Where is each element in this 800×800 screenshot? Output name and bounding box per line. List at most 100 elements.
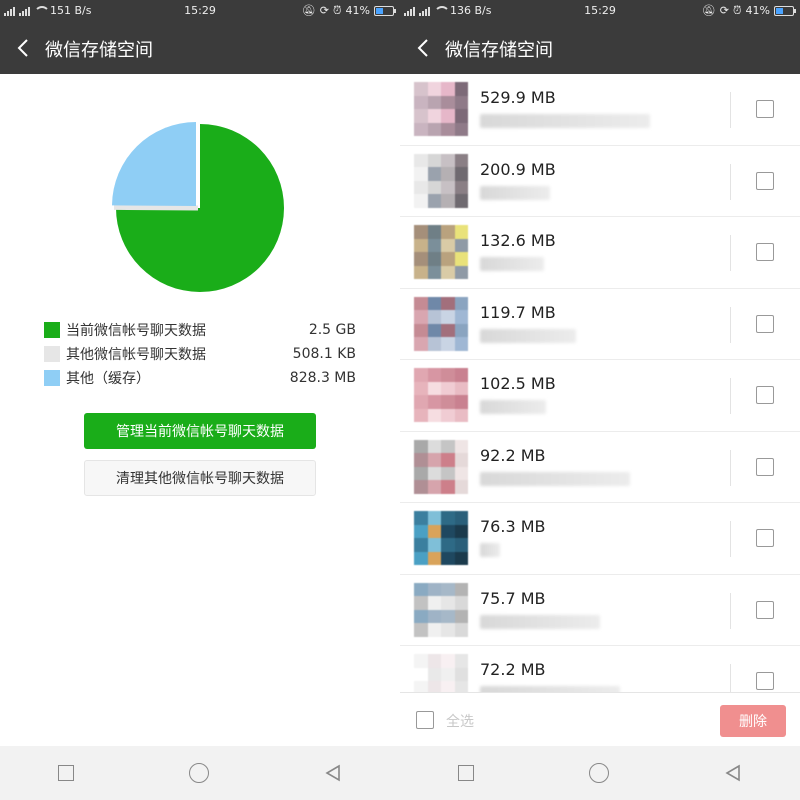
avatar-pixel — [441, 453, 455, 467]
select-all-checkbox[interactable] — [416, 711, 434, 729]
nav-recent-icon[interactable] — [457, 765, 474, 781]
avatar-pixel — [414, 368, 428, 382]
avatar-pixel — [454, 466, 468, 480]
item-checkbox[interactable] — [756, 171, 774, 190]
avatar-pixel — [427, 95, 441, 109]
avatar-pixel — [427, 337, 441, 351]
avatar-pixel — [414, 381, 428, 395]
nav-home-icon[interactable] — [588, 763, 609, 783]
item-size: 92.2 MB — [480, 445, 546, 465]
avatar-pixel — [454, 265, 468, 279]
list-item[interactable]: 92.2 MB — [400, 432, 800, 503]
legend-label: 其他微信帐号聊天数据 — [66, 347, 206, 363]
avatar-pixel — [454, 368, 468, 382]
item-size: 72.2 MB — [480, 660, 546, 679]
list-item[interactable]: 72.2 MB — [400, 646, 800, 692]
item-size: 76.3 MB — [480, 517, 546, 536]
avatar-pixel — [441, 551, 455, 565]
title-bar: 微信存储空间 — [400, 22, 800, 74]
avatar-pixel — [414, 265, 428, 279]
avatar-pixel — [414, 180, 428, 194]
avatar-pixel — [427, 596, 441, 610]
avatar-pixel — [427, 681, 441, 692]
chat-avatar — [414, 582, 468, 637]
avatar-pixel — [454, 167, 468, 181]
avatar-pixel — [427, 551, 441, 565]
list-item[interactable]: 132.6 MB — [400, 217, 800, 289]
select-all-label[interactable]: 全选 — [446, 711, 474, 731]
clean-other-accounts-button[interactable]: 清理其他微信帐号聊天数据 — [84, 460, 316, 496]
delete-button[interactable]: 删除 — [720, 705, 786, 737]
item-checkbox[interactable] — [756, 100, 774, 118]
mute-icon: 🔕︎ — [701, 4, 716, 17]
nav-home-icon[interactable] — [188, 763, 209, 783]
item-checkbox[interactable] — [756, 600, 774, 619]
avatar-pixel — [427, 453, 441, 467]
avatar-pixel — [427, 609, 441, 623]
item-size: 132.6 MB — [480, 231, 556, 250]
avatar-pixel — [441, 596, 455, 610]
item-checkbox[interactable] — [756, 386, 774, 404]
avatar-pixel — [441, 296, 455, 310]
chat-storage-list-screen: 136 B/s 15:29 🔕︎ ⟳ ⏰︎ 41% 微信存储空间 529.9 M… — [400, 0, 800, 800]
avatar-pixel — [414, 310, 428, 324]
avatar-pixel — [427, 265, 441, 279]
item-checkbox[interactable] — [756, 457, 774, 476]
nav-back-icon[interactable] — [724, 764, 742, 782]
item-checkbox[interactable] — [756, 243, 774, 261]
list-item[interactable]: 200.9 MB — [400, 146, 800, 217]
avatar-pixel — [427, 296, 441, 310]
avatar-pixel — [414, 395, 428, 409]
divider — [730, 378, 731, 414]
storage-overview-screen: 151 B/s 15:29 🔕︎ ⟳ ⏰︎ 41% 微信存储空间 当前微信帐号聊… — [0, 0, 400, 800]
back-icon[interactable] — [414, 35, 434, 61]
avatar-pixel — [427, 368, 441, 382]
chat-storage-list: 529.9 MB 200.9 MB 132.6 MB 119.7 MB 102.… — [400, 74, 800, 692]
avatar-pixel — [454, 252, 468, 266]
nav-recent-icon[interactable] — [57, 765, 74, 781]
avatar-pixel — [414, 95, 428, 109]
back-icon[interactable] — [14, 35, 34, 61]
avatar-pixel — [454, 194, 468, 208]
legend-swatch — [44, 346, 60, 362]
list-item[interactable]: 119.7 MB — [400, 289, 800, 360]
avatar-pixel — [414, 453, 428, 467]
list-item[interactable]: 76.3 MB — [400, 503, 800, 575]
item-checkbox[interactable] — [756, 314, 774, 333]
item-name-blurred — [480, 328, 576, 343]
legend-item-other-accounts: 其他微信帐号聊天数据 508.1 KB — [44, 342, 356, 366]
list-item[interactable]: 75.7 MB — [400, 575, 800, 646]
avatar-pixel — [454, 323, 468, 337]
status-bar: 136 B/s 15:29 🔕︎ ⟳ ⏰︎ 41% — [400, 0, 800, 22]
avatar-pixel — [414, 167, 428, 181]
avatar-pixel — [414, 82, 428, 96]
lock-rotate-icon: ⟳ — [319, 4, 329, 17]
item-checkbox[interactable] — [756, 529, 774, 547]
avatar-pixel — [414, 194, 428, 208]
list-item[interactable]: 529.9 MB — [400, 74, 800, 146]
nav-back-icon[interactable] — [324, 764, 342, 782]
manage-current-account-button[interactable]: 管理当前微信帐号聊天数据 — [84, 413, 316, 449]
avatar-pixel — [427, 511, 441, 525]
item-name-blurred — [480, 114, 650, 128]
legend-value: 508.1 KB — [292, 346, 356, 362]
avatar-pixel — [454, 296, 468, 310]
avatar-pixel — [454, 310, 468, 324]
lock-rotate-icon: ⟳ — [719, 4, 729, 17]
avatar-pixel — [414, 524, 428, 538]
chart-legend: 当前微信帐号聊天数据 2.5 GB 其他微信帐号聊天数据 508.1 KB 其他… — [44, 318, 356, 390]
avatar-pixel — [414, 153, 428, 167]
battery-icon — [374, 5, 396, 16]
avatar-pixel — [427, 153, 441, 167]
avatar-pixel — [414, 109, 428, 123]
avatar-pixel — [441, 623, 455, 637]
avatar-pixel — [454, 408, 468, 422]
avatar-pixel — [414, 538, 428, 552]
avatar-pixel — [441, 466, 455, 480]
avatar-pixel — [454, 596, 468, 610]
item-checkbox[interactable] — [756, 672, 774, 690]
avatar-pixel — [441, 654, 455, 668]
avatar-pixel — [441, 323, 455, 337]
list-item[interactable]: 102.5 MB — [400, 360, 800, 432]
avatar-pixel — [427, 82, 441, 96]
